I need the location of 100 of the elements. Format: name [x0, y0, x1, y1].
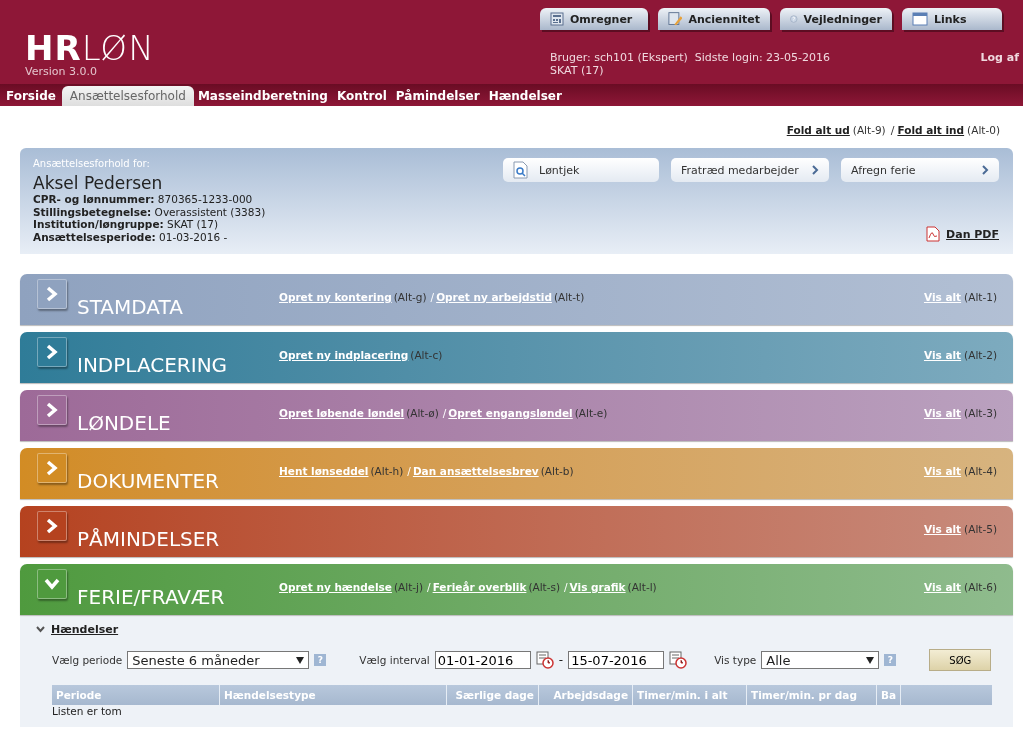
action-button[interactable]: Løntjek [503, 158, 659, 182]
top-tab[interactable]: Vejledninger [780, 8, 892, 30]
section-title: INDPLACERING [77, 352, 229, 377]
nav-tab[interactable]: Ansættelsesforhold [61, 86, 194, 106]
section-header[interactable]: PÅMINDELSER Vis alt (Alt-5) [20, 506, 1013, 557]
notepad-pencil-icon [668, 11, 683, 27]
employee-detail: Ansættelsesperiode: 01-03-2016 - [33, 230, 229, 243]
pdf-icon [926, 226, 941, 242]
user-info: Bruger: sch101 (Ekspert) Sidste login: 23-05-2016 [550, 51, 831, 64]
field-label: Vælg interval [359, 654, 430, 666]
chevron-right-icon [981, 165, 989, 175]
top-tab[interactable]: Anciennitet [658, 8, 770, 30]
events-toggle-link[interactable]: Hændelser [51, 623, 119, 636]
separator: / [430, 290, 435, 303]
separator: / [427, 580, 431, 593]
expand-button[interactable] [37, 452, 67, 483]
column-header: Ba [877, 685, 901, 705]
shortcut-hint: (Alt-0) [967, 124, 1000, 136]
column-header: Periode [52, 685, 220, 705]
range-separator: - [558, 653, 564, 667]
shortcut-hint: (Alt-6) [964, 580, 997, 593]
shortcut-hint: (Alt-9) [852, 124, 886, 136]
empty-list-text: Listen er tom [52, 705, 123, 717]
employee-name: Aksel Pedersen [33, 173, 164, 193]
shortcut-hint: (Alt-3) [964, 406, 997, 419]
dropdown-arrow-icon [866, 656, 875, 664]
section-title: PÅMINDELSER [77, 526, 221, 551]
section-header[interactable]: STAMDATA Opret ny kontering (Alt-g) / Opret ny arbejdstid (Alt-t) Vis alt (Alt-1) [20, 274, 1013, 325]
expand-button[interactable] [37, 278, 67, 309]
shortcut-hint: (Alt-t) [553, 290, 585, 303]
nav-tab[interactable]: Hændelser [485, 86, 567, 106]
shortcut-hint: (Alt-l) [627, 580, 657, 593]
shortcut-hint: (Alt-c) [410, 348, 443, 361]
logo: HRLØN [25, 32, 156, 64]
type-select[interactable]: Alle [761, 651, 880, 669]
nav-tab[interactable]: Masseindberetning [194, 86, 333, 106]
top-tab[interactable]: Omregner [540, 8, 648, 30]
chevron-down-icon[interactable] [36, 626, 45, 633]
section-header[interactable]: DOKUMENTER Hent lønseddel (Alt-h) / Dan ansættelsesbrev (Alt-b) Vis alt (Alt-4) [20, 448, 1013, 499]
section-title: FERIE/FRAVÆR [77, 584, 226, 609]
window-icon [912, 11, 928, 27]
magnifier-document-icon [513, 161, 529, 179]
action-link[interactable]: Fold alt ind [897, 124, 965, 136]
shortcut-hint: (Alt-j) [393, 580, 424, 593]
section-header[interactable]: LØNDELE Opret løbende løndel (Alt-ø) / Opret engangsløndel (Alt-e) Vis alt (Alt-3) [20, 390, 1013, 441]
collapse-button[interactable] [37, 568, 67, 599]
calendar-clock-icon[interactable] [535, 651, 554, 669]
section-title: STAMDATA [77, 294, 184, 319]
panel-caption: Ansættelsesforhold for: [33, 158, 151, 169]
separator: / [407, 464, 411, 477]
action-button[interactable]: Fratræd medarbejder [671, 158, 829, 182]
expand-button[interactable] [37, 394, 67, 425]
nav-tab[interactable]: Påmindelser [392, 86, 485, 106]
employee-detail: Stillingsbetegnelse: Overassistent (3383) [33, 205, 267, 218]
search-button[interactable]: SØG [929, 649, 992, 671]
shortcut-hint: (Alt-5) [964, 522, 997, 535]
shortcut-hint: (Alt-2) [964, 348, 997, 361]
field-label: Vælg periode [52, 654, 123, 666]
chevron-right-icon [811, 165, 819, 175]
shortcut-hint: (Alt-4) [964, 464, 997, 477]
calendar-clock-icon[interactable] [669, 651, 688, 669]
pdf-link[interactable]: Dan PDF [946, 227, 999, 241]
calculator-icon [550, 12, 564, 26]
shortcut-hint: (Alt-1) [964, 290, 997, 303]
chevron-right-icon [46, 401, 58, 418]
shortcut-hint: (Alt-b) [540, 464, 574, 477]
logout-link[interactable]: Log af [980, 51, 1019, 77]
shortcut-hint: (Alt-g) [393, 290, 427, 303]
chevron-right-icon [46, 517, 58, 534]
action-button[interactable]: Afregn ferie [841, 158, 999, 182]
expand-button[interactable] [37, 510, 67, 541]
top-tab[interactable]: Links [902, 8, 1002, 30]
chevron-right-icon [46, 343, 58, 360]
column-header: Hændelsestype [220, 685, 447, 705]
nav-tab[interactable]: Forside [6, 86, 61, 106]
separator: / [442, 406, 447, 419]
column-header: Særlige dage [447, 685, 539, 705]
section-header[interactable]: INDPLACERING Opret ny indplacering (Alt-c) Vis alt (Alt-2) [20, 332, 1013, 383]
shortcut-hint: (Alt-h) [370, 464, 404, 477]
shortcut-hint: (Alt-e) [574, 406, 608, 419]
separator: / [890, 123, 895, 137]
expand-button[interactable] [37, 336, 67, 367]
period-select[interactable]: Seneste 6 måneder [127, 651, 310, 669]
version-text: Version 3.0.0 [25, 65, 98, 78]
separator: / [564, 580, 568, 593]
section-title: DOKUMENTER [77, 468, 220, 493]
date-field[interactable]: 01-01-2016 [434, 651, 531, 669]
dropdown-arrow-icon [296, 656, 305, 664]
chevron-right-icon [46, 459, 58, 476]
shortcut-hint: (Alt-ø) [406, 406, 439, 419]
organization-text: SKAT (17) [550, 64, 605, 77]
action-link[interactable]: Fold alt ud [786, 124, 850, 136]
section-title: LØNDELE [77, 410, 172, 435]
column-header: Timer/min. i alt [633, 685, 747, 705]
shortcut-hint: (Alt-s) [528, 580, 561, 593]
date-field[interactable]: 15-07-2016 [568, 651, 665, 669]
action-link[interactable]: Opret ny indplacering [279, 348, 409, 361]
section-header[interactable]: FERIE/FRAVÆR Opret ny hændelse (Alt-j) / Ferieår overblik (Alt-s) / Vis grafik (Alt-l) Vis alt (Alt-6) [20, 564, 1013, 615]
nav-tab[interactable]: Kontrol [333, 86, 392, 106]
action-link[interactable]: Opret løbende løndel [279, 406, 405, 419]
